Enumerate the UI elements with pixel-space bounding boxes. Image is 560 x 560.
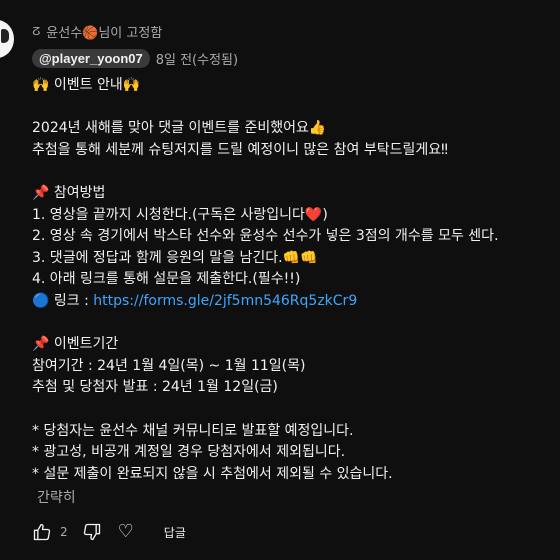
reply-button[interactable]: 답글 [164, 524, 186, 541]
avatar[interactable] [0, 20, 14, 58]
avatar-logo-icon [1, 29, 9, 43]
heart-icon[interactable]: ♡ [118, 523, 134, 541]
comment-timestamp[interactable]: 8일 전(수정됨) [156, 49, 238, 68]
dislike-button[interactable] [82, 522, 102, 542]
comment-actions: 2 ♡ 답글 [32, 520, 186, 544]
comment-line: 2024년 새해를 맞아 댓글 이벤트를 준비했어요👍 [32, 120, 327, 137]
like-count: 2 [60, 525, 68, 539]
comment-line [32, 161, 554, 183]
pinned-row: ⵒ 윤선수🏀님이 고정함 [32, 22, 162, 41]
comment-line: * 광고성, 비공개 계정일 경우 당첨자에서 제외됩니다. [32, 444, 346, 461]
comment-line [32, 313, 554, 335]
comment-line [32, 97, 554, 119]
comment-line: 📌 참여방법 [32, 184, 106, 201]
thumbs-up-icon [33, 523, 51, 541]
comment-line: 추첨을 통해 세분께 슈팅저지를 드릴 예정이니 많은 참여 부탁드릴게요‼ [32, 141, 448, 158]
comment-line: 2. 영상 속 경기에서 박스타 선수와 윤성수 선수가 넣은 3점의 개수를 … [32, 228, 499, 245]
comment-line: 1. 영상을 끝까지 시청한다.(구독은 사랑입니다❤️) [32, 206, 328, 223]
link-prefix: 🔵 링크 : [32, 292, 94, 309]
comment-line: * 설문 제출이 완료되지 않을 시 추첨에서 제외될 수 있습니다. [32, 465, 393, 482]
comment-line: 추첨 및 당첨자 발표 : 24년 1월 12일(금) [32, 379, 278, 396]
thumbs-down-icon [83, 523, 100, 541]
collapse-button[interactable]: 간략히 [37, 487, 76, 507]
comment-byline: @player_yoon07 8일 전(수정됨) [32, 49, 238, 68]
survey-link[interactable]: https://forms.gle/2jf5mn546Rq5zkCr9 [93, 293, 357, 309]
author-handle[interactable]: @player_yoon07 [32, 49, 150, 68]
comment-line: 🙌 이벤트 안내🙌 [32, 77, 141, 93]
comment-line: * 당첨자는 윤선수 채널 커뮤니티로 발표할 예정입니다. [32, 422, 354, 439]
like-button[interactable] [32, 522, 52, 542]
link-line: 🔵 링크 : https://forms.gle/2jf5mn546Rq5zkC… [32, 291, 554, 313]
pin-icon: ⵒ [32, 25, 41, 38]
comment-body: 🙌 이벤트 안내🙌 2024년 새해를 맞아 댓글 이벤트를 준비했어요👍 추첨을 … [32, 75, 554, 485]
pinned-label: 윤선수🏀님이 고정함 [46, 26, 163, 41]
comment-line: 참여기간 : 24년 1월 4일(목) ~ 1월 11일(목) [32, 357, 306, 374]
comment-line [32, 399, 554, 421]
comment-line: 3. 댓글에 정답과 함께 응원의 말을 남긴다.👊👊 [32, 249, 318, 266]
comment-line: 📌 이벤트기간 [32, 336, 119, 353]
comment-line: 4. 아래 링크를 통해 설문을 제출한다.(필수!!) [32, 271, 301, 288]
